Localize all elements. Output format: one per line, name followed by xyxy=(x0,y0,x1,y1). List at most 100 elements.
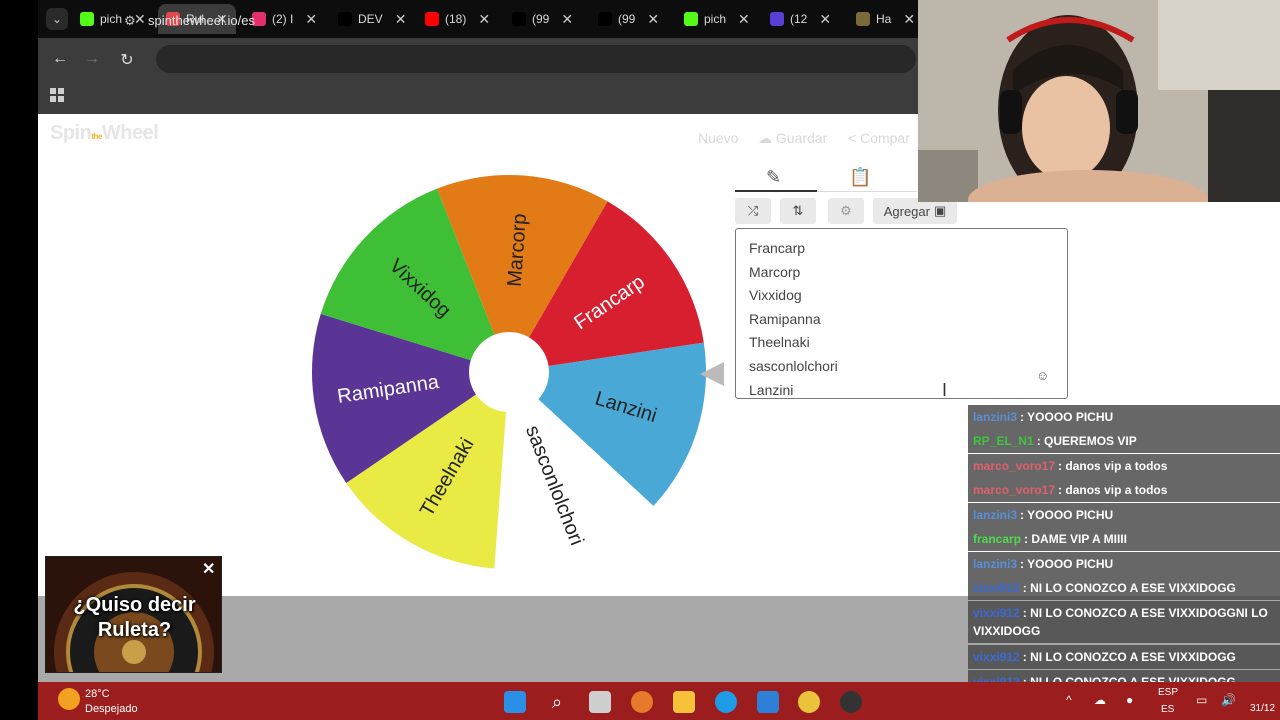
close-tab-icon[interactable]: ✕ xyxy=(561,11,573,28)
close-tab-icon[interactable]: ✕ xyxy=(647,11,659,28)
webcam-overlay xyxy=(918,0,1280,202)
keyboard-layout[interactable]: ES xyxy=(1161,704,1174,715)
forward-icon[interactable]: → xyxy=(82,50,102,68)
browser-tab[interactable]: (12 ✕ xyxy=(770,8,831,30)
chat-username[interactable]: marco_voro17 xyxy=(973,483,1055,497)
browser-tab[interactable]: (99 ✕ xyxy=(512,8,573,30)
wheel[interactable]: FrancarpLanzinisasconlolchoriTheelnakiRa… xyxy=(300,168,720,578)
chat-username[interactable]: marco_voro17 xyxy=(973,459,1055,473)
chat-username[interactable]: lanzini3 xyxy=(973,508,1017,522)
close-tab-icon[interactable]: ✕ xyxy=(738,11,750,28)
task-view-icon[interactable] xyxy=(589,691,611,713)
chat-username[interactable]: vixxi912 xyxy=(973,581,1020,595)
shuffle-button[interactable]: ⤮ xyxy=(735,198,771,224)
image-icon: ▣ xyxy=(933,203,947,218)
tab-search-button[interactable]: ⌄ xyxy=(46,8,68,30)
chat-username[interactable]: lanzini3 xyxy=(973,557,1017,571)
clock-date[interactable]: 31/12 xyxy=(1250,703,1275,714)
text-cursor-icon: I xyxy=(942,380,948,400)
mail-icon[interactable] xyxy=(757,691,779,713)
chat-username[interactable]: vixxi912 xyxy=(973,606,1020,620)
bookmarks-bar xyxy=(38,80,918,114)
kick-icon xyxy=(80,12,94,26)
close-tab-icon[interactable]: ✕ xyxy=(395,11,407,28)
chat-text: NI LO CONOZCO A ESE VIXXIDOGG xyxy=(1030,650,1236,664)
site-info-icon[interactable]: ⚙ xyxy=(124,13,136,29)
browser-tab[interactable]: pich ✕ xyxy=(80,8,146,30)
cloud-icon: ☁ xyxy=(758,130,776,146)
weather-description[interactable]: Despejado xyxy=(85,703,138,715)
sort-icon: ⇅ xyxy=(792,203,804,218)
weather-temperature[interactable]: 28°C xyxy=(85,688,110,700)
app-icon[interactable] xyxy=(840,691,862,713)
chrome-icon[interactable] xyxy=(798,691,820,713)
search-icon[interactable]: ⌕ xyxy=(546,691,568,713)
tiktok-icon xyxy=(598,12,612,26)
close-tab-icon[interactable]: ✕ xyxy=(305,11,317,28)
back-icon[interactable]: ← xyxy=(50,50,70,68)
new-button[interactable]: Nuevo xyxy=(698,130,738,146)
chat-message: vixxi912: NI LO CONOZCO A ESE VIXXIDOGGN… xyxy=(968,601,1280,643)
language-code[interactable]: ESP xyxy=(1158,687,1178,698)
spinthewheel-logo[interactable]: SpintheWheel xyxy=(50,122,159,145)
entry-line[interactable]: Theelnaki xyxy=(749,331,1054,355)
reload-icon[interactable]: ↻ xyxy=(117,50,137,70)
entry-line[interactable]: Lanzini xyxy=(749,379,1054,403)
save-button[interactable]: ☁ Guardar xyxy=(758,130,827,147)
omnibox[interactable] xyxy=(156,45,916,73)
chat-text: QUEREMOS VIP xyxy=(1044,434,1137,448)
browser-tab[interactable]: (99 ✕ xyxy=(598,8,659,30)
settings-button[interactable]: ⚙ xyxy=(828,198,864,224)
edge-icon[interactable] xyxy=(715,691,737,713)
onedrive-icon[interactable]: ☁ xyxy=(1094,693,1106,707)
entry-line[interactable]: sasconlolchori xyxy=(749,355,1054,379)
share-icon: < xyxy=(848,130,861,146)
entries-textarea[interactable]: Francarp Marcorp Vixxidog Ramipanna Theelnak… xyxy=(735,228,1068,399)
microphone-icon[interactable]: ● xyxy=(1126,693,1133,707)
apps-grid-icon[interactable] xyxy=(50,88,64,102)
tab-label: (12 xyxy=(790,12,808,26)
browser-tab[interactable]: (2) I ✕ xyxy=(252,8,317,30)
chevron-up-icon[interactable]: ^ xyxy=(1066,693,1072,707)
url-text[interactable]: spinthewheel.io/es xyxy=(148,13,255,28)
entry-line[interactable]: Ramipanna xyxy=(749,308,1054,332)
tab-label: (99 xyxy=(618,12,636,26)
chat-message: lanzini3: YOOOO PICHU xyxy=(968,552,1280,576)
chat-separator: : xyxy=(1022,650,1031,664)
chat-username[interactable]: RP_EL_N1 xyxy=(973,434,1034,448)
browser-tab[interactable]: DEV ✕ xyxy=(338,8,406,30)
browser-tab[interactable]: (18) ✕ xyxy=(425,8,490,30)
volume-icon[interactable]: 🔊 xyxy=(1221,693,1236,707)
wheel-center[interactable] xyxy=(469,332,549,412)
close-tab-icon[interactable]: ✕ xyxy=(478,11,490,28)
tab-label: pich xyxy=(100,12,123,26)
weather-sun-icon[interactable] xyxy=(58,688,80,710)
chat-username[interactable]: vixxi912 xyxy=(973,650,1020,664)
emoji-icon[interactable]: ☺ xyxy=(1036,368,1049,383)
file-explorer-icon[interactable] xyxy=(673,691,695,713)
chat-username[interactable]: lanzini3 xyxy=(973,410,1017,424)
clipboard-results-icon[interactable]: 📋 xyxy=(849,167,871,188)
network-icon[interactable]: ▭ xyxy=(1196,693,1207,707)
chat-message: francarp: DAME VIP A MIIII xyxy=(968,527,1280,551)
share-button[interactable]: < Compar xyxy=(848,130,910,146)
windows-taskbar: 28°C Despejado ⌕ ^ ☁ ● ESP ES ▭ 🔊 31/12 xyxy=(38,682,1280,720)
start-windows-icon[interactable] xyxy=(504,691,526,713)
sort-button[interactable]: ⇅ xyxy=(780,198,816,224)
close-tab-icon[interactable]: ✕ xyxy=(134,11,146,28)
edit-pencil-icon[interactable]: ✎ xyxy=(766,167,781,188)
close-icon[interactable]: ✕ xyxy=(202,559,215,579)
entry-line[interactable]: Francarp xyxy=(749,237,1054,261)
entry-line[interactable]: Vixxidog xyxy=(749,284,1054,308)
copilot-icon[interactable] xyxy=(631,691,653,713)
entry-line[interactable]: Marcorp xyxy=(749,261,1054,285)
chat-username[interactable]: francarp xyxy=(973,532,1021,546)
browser-tab[interactable]: Ha ✕ xyxy=(856,8,915,30)
browser-tab[interactable]: pich ✕ xyxy=(684,8,750,30)
roulette-ad[interactable]: ✕ ¿Quiso decir Ruleta? xyxy=(45,556,222,673)
stream-chat: lanzini3: YOOOO PICHU RP_EL_N1: QUEREMOS … xyxy=(968,405,1280,697)
tab-label: pich xyxy=(704,12,727,26)
close-tab-icon[interactable]: ✕ xyxy=(819,11,831,28)
shuffle-icon: ⤮ xyxy=(747,203,759,218)
close-tab-icon[interactable]: ✕ xyxy=(903,11,915,28)
